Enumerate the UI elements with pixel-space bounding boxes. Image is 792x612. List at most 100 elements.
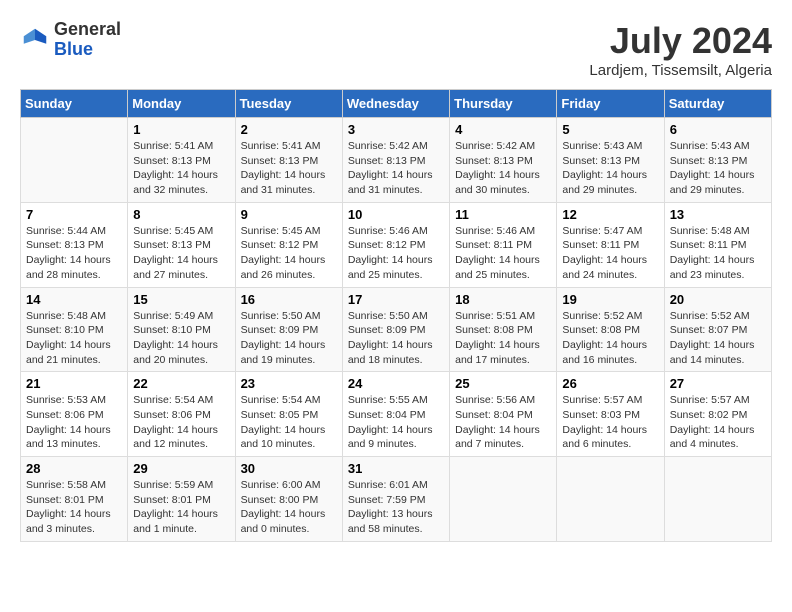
day-info: Sunrise: 5:41 AMSunset: 8:13 PMDaylight:…	[241, 139, 337, 198]
calendar-week-row: 21 Sunrise: 5:53 AMSunset: 8:06 PMDayligh…	[21, 372, 772, 457]
calendar-cell: 21 Sunrise: 5:53 AMSunset: 8:06 PMDayligh…	[21, 372, 128, 457]
day-info: Sunrise: 5:46 AMSunset: 8:11 PMDaylight:…	[455, 224, 551, 283]
calendar-cell: 20 Sunrise: 5:52 AMSunset: 8:07 PMDayligh…	[664, 287, 771, 372]
day-number: 31	[348, 461, 444, 476]
day-info: Sunrise: 5:48 AMSunset: 8:11 PMDaylight:…	[670, 224, 766, 283]
calendar-cell: 4 Sunrise: 5:42 AMSunset: 8:13 PMDaylight…	[450, 118, 557, 203]
subtitle: Lardjem, Tissemsilt, Algeria	[589, 62, 772, 79]
day-info: Sunrise: 5:42 AMSunset: 8:13 PMDaylight:…	[455, 139, 551, 198]
day-number: 21	[26, 376, 122, 391]
day-number: 13	[670, 207, 766, 222]
calendar-cell: 6 Sunrise: 5:43 AMSunset: 8:13 PMDaylight…	[664, 118, 771, 203]
day-info: Sunrise: 5:45 AMSunset: 8:12 PMDaylight:…	[241, 224, 337, 283]
calendar-cell: 29 Sunrise: 5:59 AMSunset: 8:01 PMDayligh…	[128, 457, 235, 542]
main-title: July 2024	[589, 20, 772, 62]
day-info: Sunrise: 5:43 AMSunset: 8:13 PMDaylight:…	[670, 139, 766, 198]
calendar-cell: 27Sunrise: 5:57 AMSunset: 8:02 PMDayligh…	[664, 372, 771, 457]
day-number: 19	[562, 292, 658, 307]
day-info: Sunrise: 5:59 AMSunset: 8:01 PMDaylight:…	[133, 478, 229, 537]
calendar-cell: 22Sunrise: 5:54 AMSunset: 8:06 PMDayligh…	[128, 372, 235, 457]
calendar-cell: 31 Sunrise: 6:01 AMSunset: 7:59 PMDayligh…	[342, 457, 449, 542]
calendar-cell	[450, 457, 557, 542]
day-info: Sunrise: 5:42 AMSunset: 8:13 PMDaylight:…	[348, 139, 444, 198]
day-info: Sunrise: 5:58 AMSunset: 8:01 PMDaylight:…	[26, 478, 122, 537]
day-info: Sunrise: 5:45 AMSunset: 8:13 PMDaylight:…	[133, 224, 229, 283]
day-info: Sunrise: 6:00 AMSunset: 8:00 PMDaylight:…	[241, 478, 337, 537]
day-number: 9	[241, 207, 337, 222]
day-info: Sunrise: 5:53 AMSunset: 8:06 PMDaylight:…	[26, 393, 122, 452]
calendar-cell: 7 Sunrise: 5:44 AMSunset: 8:13 PMDaylight…	[21, 202, 128, 287]
day-number: 3	[348, 122, 444, 137]
header-day-saturday: Saturday	[664, 90, 771, 118]
day-number: 18	[455, 292, 551, 307]
day-info: Sunrise: 5:50 AMSunset: 8:09 PMDaylight:…	[241, 309, 337, 368]
day-info: Sunrise: 5:44 AMSunset: 8:13 PMDaylight:…	[26, 224, 122, 283]
logo-icon	[20, 25, 50, 55]
day-number: 11	[455, 207, 551, 222]
day-number: 22	[133, 376, 229, 391]
day-number: 10	[348, 207, 444, 222]
day-number: 1	[133, 122, 229, 137]
calendar-cell: 16 Sunrise: 5:50 AMSunset: 8:09 PMDayligh…	[235, 287, 342, 372]
day-number: 25	[455, 376, 551, 391]
day-number: 4	[455, 122, 551, 137]
day-number: 6	[670, 122, 766, 137]
calendar-cell: 17Sunrise: 5:50 AMSunset: 8:09 PMDayligh…	[342, 287, 449, 372]
calendar-cell: 25 Sunrise: 5:56 AMSunset: 8:04 PMDayligh…	[450, 372, 557, 457]
day-info: Sunrise: 5:57 AMSunset: 8:03 PMDaylight:…	[562, 393, 658, 452]
calendar-cell: 3 Sunrise: 5:42 AMSunset: 8:13 PMDaylight…	[342, 118, 449, 203]
day-info: Sunrise: 5:51 AMSunset: 8:08 PMDaylight:…	[455, 309, 551, 368]
title-block: July 2024 Lardjem, Tissemsilt, Algeria	[589, 20, 772, 79]
day-number: 8	[133, 207, 229, 222]
calendar-cell: 1 Sunrise: 5:41 AMSunset: 8:13 PMDaylight…	[128, 118, 235, 203]
day-number: 15	[133, 292, 229, 307]
day-number: 7	[26, 207, 122, 222]
calendar-cell: 5 Sunrise: 5:43 AMSunset: 8:13 PMDaylight…	[557, 118, 664, 203]
day-info: Sunrise: 5:41 AMSunset: 8:13 PMDaylight:…	[133, 139, 229, 198]
day-number: 14	[26, 292, 122, 307]
calendar-cell: 13 Sunrise: 5:48 AMSunset: 8:11 PMDayligh…	[664, 202, 771, 287]
day-number: 16	[241, 292, 337, 307]
calendar-cell: 24Sunrise: 5:55 AMSunset: 8:04 PMDayligh…	[342, 372, 449, 457]
day-info: Sunrise: 5:48 AMSunset: 8:10 PMDaylight:…	[26, 309, 122, 368]
day-number: 17	[348, 292, 444, 307]
calendar-header-row: SundayMondayTuesdayWednesdayThursdayFrid…	[21, 90, 772, 118]
calendar-cell: 2 Sunrise: 5:41 AMSunset: 8:13 PMDaylight…	[235, 118, 342, 203]
day-number: 5	[562, 122, 658, 137]
header-day-wednesday: Wednesday	[342, 90, 449, 118]
calendar-cell: 9 Sunrise: 5:45 AMSunset: 8:12 PMDaylight…	[235, 202, 342, 287]
day-info: Sunrise: 5:56 AMSunset: 8:04 PMDaylight:…	[455, 393, 551, 452]
calendar-week-row: 14 Sunrise: 5:48 AMSunset: 8:10 PMDayligh…	[21, 287, 772, 372]
page-header: General Blue July 2024 Lardjem, Tissemsi…	[20, 20, 772, 79]
day-number: 23	[241, 376, 337, 391]
calendar-cell: 14 Sunrise: 5:48 AMSunset: 8:10 PMDayligh…	[21, 287, 128, 372]
day-info: Sunrise: 5:55 AMSunset: 8:04 PMDaylight:…	[348, 393, 444, 452]
day-info: Sunrise: 5:54 AMSunset: 8:05 PMDaylight:…	[241, 393, 337, 452]
calendar-cell: 18 Sunrise: 5:51 AMSunset: 8:08 PMDayligh…	[450, 287, 557, 372]
calendar-cell: 8 Sunrise: 5:45 AMSunset: 8:13 PMDaylight…	[128, 202, 235, 287]
day-info: Sunrise: 5:57 AMSunset: 8:02 PMDaylight:…	[670, 393, 766, 452]
day-info: Sunrise: 6:01 AMSunset: 7:59 PMDaylight:…	[348, 478, 444, 537]
day-info: Sunrise: 5:52 AMSunset: 8:07 PMDaylight:…	[670, 309, 766, 368]
calendar-week-row: 28Sunrise: 5:58 AMSunset: 8:01 PMDayligh…	[21, 457, 772, 542]
calendar-cell: 23 Sunrise: 5:54 AMSunset: 8:05 PMDayligh…	[235, 372, 342, 457]
day-number: 29	[133, 461, 229, 476]
calendar-cell: 28Sunrise: 5:58 AMSunset: 8:01 PMDayligh…	[21, 457, 128, 542]
logo-text: General Blue	[54, 20, 121, 60]
day-info: Sunrise: 5:49 AMSunset: 8:10 PMDaylight:…	[133, 309, 229, 368]
day-info: Sunrise: 5:46 AMSunset: 8:12 PMDaylight:…	[348, 224, 444, 283]
day-number: 26	[562, 376, 658, 391]
calendar-table: SundayMondayTuesdayWednesdayThursdayFrid…	[20, 89, 772, 542]
logo: General Blue	[20, 20, 121, 60]
header-day-tuesday: Tuesday	[235, 90, 342, 118]
day-number: 30	[241, 461, 337, 476]
day-info: Sunrise: 5:43 AMSunset: 8:13 PMDaylight:…	[562, 139, 658, 198]
calendar-cell: 11 Sunrise: 5:46 AMSunset: 8:11 PMDayligh…	[450, 202, 557, 287]
day-number: 2	[241, 122, 337, 137]
day-number: 20	[670, 292, 766, 307]
calendar-cell	[21, 118, 128, 203]
calendar-cell: 15 Sunrise: 5:49 AMSunset: 8:10 PMDayligh…	[128, 287, 235, 372]
calendar-cell: 12Sunrise: 5:47 AMSunset: 8:11 PMDayligh…	[557, 202, 664, 287]
calendar-cell: 30 Sunrise: 6:00 AMSunset: 8:00 PMDayligh…	[235, 457, 342, 542]
calendar-cell: 19Sunrise: 5:52 AMSunset: 8:08 PMDayligh…	[557, 287, 664, 372]
